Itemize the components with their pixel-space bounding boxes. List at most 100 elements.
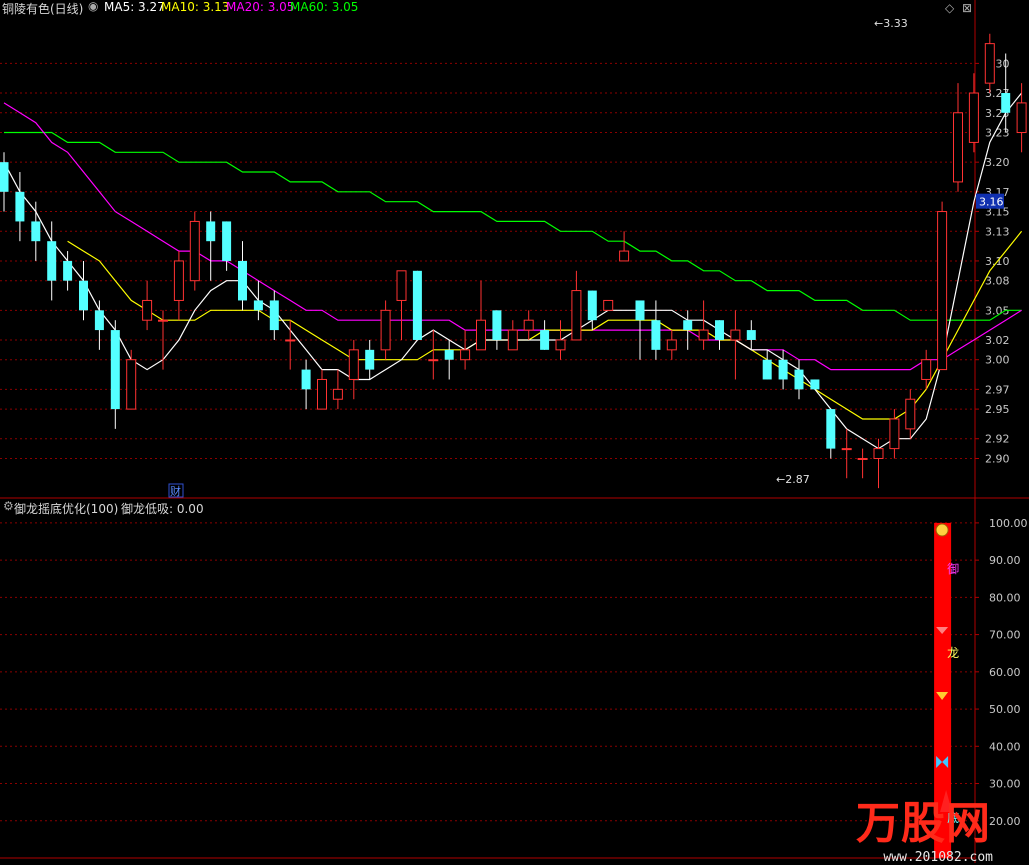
candle-down	[253, 300, 263, 311]
candle-down	[47, 241, 57, 281]
candle-down	[715, 320, 724, 340]
price-badge: 3.16	[979, 196, 1004, 209]
candle-up	[666, 339, 677, 351]
candle-up	[285, 339, 296, 342]
candle-down	[0, 162, 9, 192]
candle-down	[301, 369, 311, 390]
candle-down	[206, 221, 216, 242]
ma20-label: MA20: 3.05	[226, 0, 295, 14]
candle-up	[173, 260, 184, 301]
candle-down	[444, 349, 454, 360]
candle-up	[317, 378, 327, 410]
candle-up	[1016, 102, 1027, 134]
indicator-y-tick-label: 50.00	[989, 703, 1021, 716]
candle-up	[873, 448, 884, 459]
candle-up	[857, 457, 868, 460]
candle-up	[619, 250, 630, 262]
candle-up	[953, 112, 963, 183]
indicator-y-tick-label: 60.00	[989, 666, 1021, 679]
y-tick-label: 2.97	[985, 383, 1010, 396]
candle-up	[841, 448, 852, 451]
indicator-y-tick-label: 40.00	[989, 740, 1021, 753]
y-tick-label: 3.00	[985, 354, 1010, 367]
watermark-brand: 万股网	[856, 798, 991, 849]
candle-down	[110, 330, 120, 410]
ma10-label: MA10: 3.13	[161, 0, 230, 14]
indicator-settings-icon[interactable]: ⚙	[3, 499, 14, 513]
candle-down	[651, 320, 661, 350]
indicator-name: 御龙摇底优化(100)	[14, 502, 119, 516]
ma5-label: MA5: 3.27	[104, 0, 165, 14]
candle-down	[269, 300, 279, 331]
candle-up	[603, 299, 614, 311]
candle-up	[142, 299, 153, 321]
candle-down	[31, 221, 41, 242]
indicator-value: 御龙低吸: 0.00	[121, 502, 204, 516]
candle-up	[396, 270, 407, 301]
candle-up	[698, 329, 709, 341]
candle-down	[540, 330, 550, 350]
y-tick-label: 3.02	[985, 334, 1010, 347]
close-icon[interactable]: ⊠	[962, 1, 972, 15]
y-tick-label: 2.95	[985, 403, 1010, 416]
ma5-line	[3, 92, 1023, 450]
candle-up	[348, 349, 359, 380]
candle-down	[778, 359, 788, 380]
candle-up	[523, 319, 534, 331]
y-tick-label: 3.13	[985, 225, 1010, 238]
stock-chart[interactable]: 3.303.273.253.233.203.173.153.133.103.08…	[0, 0, 1029, 863]
candle-up	[984, 43, 995, 84]
candle-down	[222, 221, 232, 261]
coin-icon	[935, 523, 949, 537]
candle-down	[587, 290, 597, 321]
candle-down	[635, 300, 645, 321]
y-tick-label: 3.08	[985, 275, 1010, 288]
indicator-y-tick-label: 20.00	[989, 815, 1021, 828]
indicator-y-tick-label: 90.00	[989, 554, 1021, 567]
candle-down	[238, 260, 247, 301]
stock-title: 铜陵有色(日线)	[2, 2, 84, 16]
candle-down	[365, 349, 375, 370]
candle-up	[428, 359, 439, 362]
candle-up	[921, 359, 932, 380]
candle-down	[746, 330, 756, 340]
settings-circle-icon[interactable]: ◉	[88, 0, 98, 13]
candle-up	[730, 329, 741, 341]
candle-up	[937, 211, 948, 371]
indicator-y-tick-label: 70.00	[989, 629, 1021, 642]
diamond-icon[interactable]: ◇	[945, 1, 954, 15]
candle-up	[555, 339, 566, 351]
candle-down	[794, 369, 804, 390]
indicator-y-tick-label: 30.00	[989, 778, 1021, 791]
candle-down	[826, 409, 836, 449]
candle-up	[158, 319, 168, 322]
candle-down	[810, 379, 820, 390]
candle-up	[126, 359, 137, 410]
candle-up	[507, 329, 518, 351]
y-tick-label: 2.92	[985, 433, 1010, 446]
candle-down	[1001, 93, 1011, 113]
low-annotation: ←2.87	[776, 473, 810, 486]
candle-up	[968, 92, 979, 143]
glyph-long: 龙	[947, 646, 959, 660]
y-tick-label: 3.20	[985, 156, 1010, 169]
glyph-yu: 御	[947, 561, 959, 576]
y-tick-label: 2.90	[985, 452, 1010, 465]
candle-up	[460, 349, 471, 361]
candle-down	[79, 280, 88, 311]
indicator-y-tick-label: 80.00	[989, 591, 1021, 604]
candle-up	[332, 388, 343, 400]
candle-up	[189, 220, 200, 282]
candle-down	[762, 359, 772, 380]
ma60-label: MA60: 3.05	[290, 0, 359, 14]
candle-up	[905, 398, 916, 430]
candle-down	[63, 260, 73, 281]
candle-up	[889, 418, 900, 450]
candle-down	[94, 310, 104, 331]
high-annotation: ←3.33	[874, 17, 908, 30]
cai-badge: 财	[170, 484, 181, 498]
candle-down	[492, 310, 502, 340]
candle-up	[476, 319, 486, 351]
ma60-line	[4, 131, 1022, 321]
candle-up	[380, 309, 391, 351]
